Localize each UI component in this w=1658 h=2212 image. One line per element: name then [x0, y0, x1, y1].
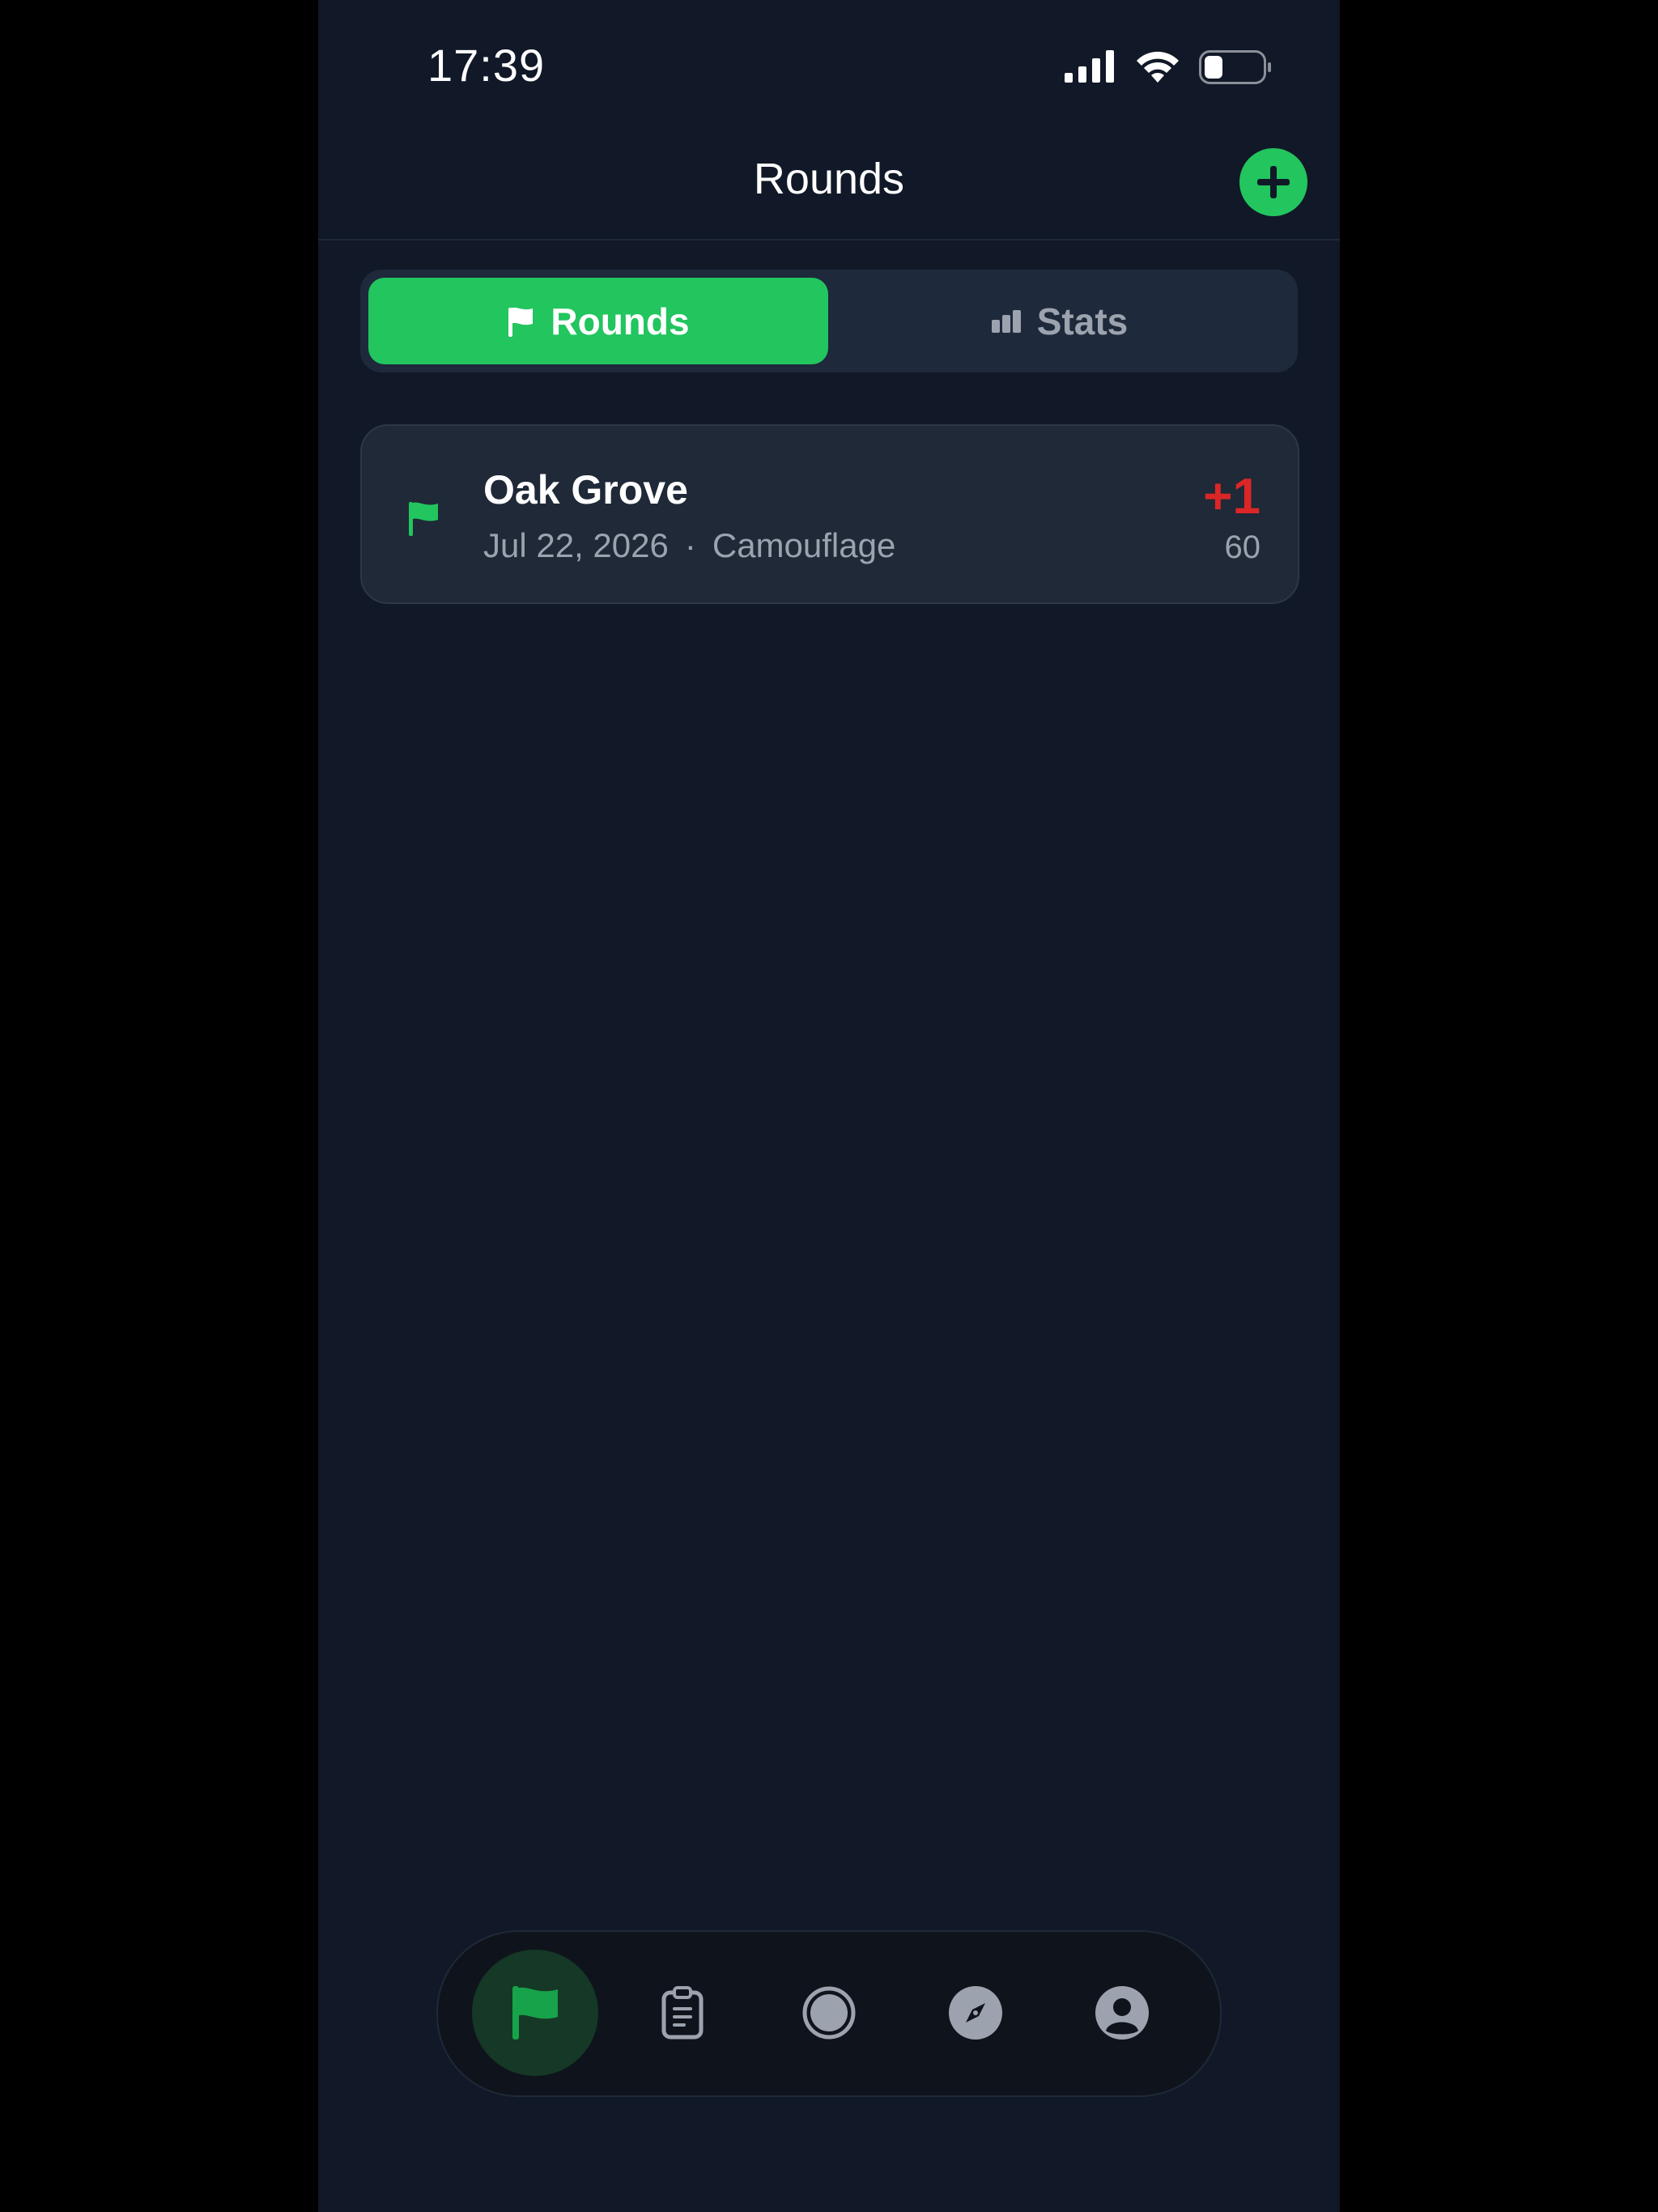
round-card[interactable]: Oak Grove Jul 22, 2026 · Camouflage +1 60 [360, 424, 1299, 604]
page-title: Rounds [753, 155, 905, 203]
status-time: 17:39 [427, 40, 546, 91]
score-to-par: +1 [1203, 469, 1261, 525]
bar-chart-icon [991, 309, 1021, 333]
tab-bar-rounds[interactable] [472, 1950, 598, 2076]
signal-icon [1065, 50, 1114, 83]
compass-icon [949, 1986, 1002, 2040]
meta-separator: · [684, 526, 696, 564]
tab-bar-record[interactable] [766, 1950, 892, 2076]
flag-icon [512, 1986, 558, 2040]
add-round-button[interactable] [1239, 148, 1307, 216]
tab-bar-scorecard[interactable] [619, 1950, 746, 2076]
tab-stats-label: Stats [1036, 300, 1129, 342]
bottom-tab-bar [436, 1930, 1222, 2097]
battery-icon [1199, 50, 1271, 84]
flag-icon [508, 307, 534, 337]
round-date: Jul 22, 2026 [483, 526, 669, 564]
tab-rounds[interactable]: Rounds [368, 278, 828, 364]
tab-stats[interactable]: Stats [830, 278, 1290, 364]
clipboard-icon [661, 1986, 704, 2040]
nav-header: Rounds [318, 121, 1340, 240]
record-icon [802, 1986, 856, 2040]
profile-icon [1095, 1986, 1149, 2040]
wifi-icon [1137, 51, 1179, 83]
phone-screen: 17:39 Rounds Rounds Stats Oak Grove Jul … [318, 0, 1340, 2212]
segmented-control: Rounds Stats [360, 270, 1298, 372]
course-name: Oak Grove [483, 467, 688, 513]
status-bar: 17:39 [318, 0, 1340, 121]
tab-rounds-label: Rounds [551, 300, 690, 342]
round-meta: Jul 22, 2026 · Camouflage [483, 526, 895, 565]
tab-bar-explore[interactable] [912, 1950, 1039, 2076]
tab-bar-profile[interactable] [1059, 1950, 1185, 2076]
score-total: 60 [1224, 530, 1261, 565]
round-tee: Camouflage [712, 526, 896, 564]
flag-icon [409, 502, 438, 536]
plus-icon [1257, 166, 1290, 198]
